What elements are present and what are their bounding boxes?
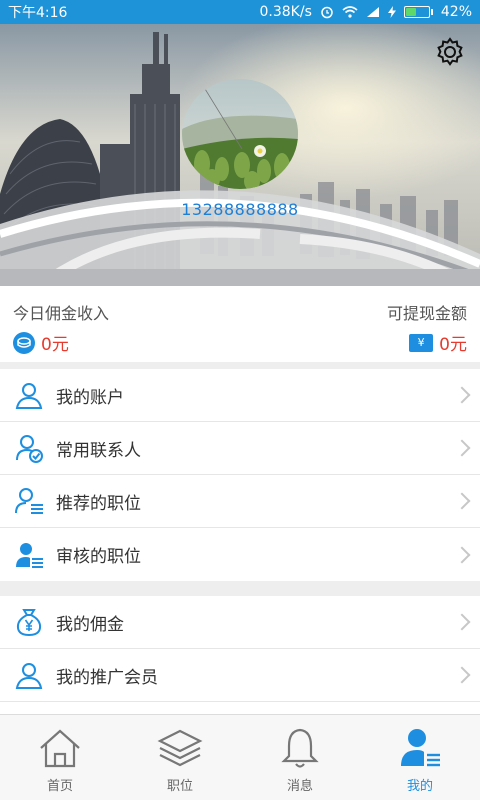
today-commission-value: 0元	[41, 335, 69, 355]
phone-number: 13288888888	[181, 200, 299, 219]
tab-label: 首页	[46, 779, 73, 794]
withdrawable-value: 0元	[439, 335, 467, 355]
menu-item-recommended-jobs[interactable]: 推荐的职位	[0, 475, 480, 528]
coins-icon	[13, 331, 35, 354]
chevron-right-icon	[453, 386, 471, 404]
status-bar: 下午4:16 0.38K/s 42%	[0, 0, 480, 24]
bottom-tab-bar: 首页 职位 消息 我的	[0, 714, 480, 800]
money-bag-icon	[12, 605, 46, 639]
tab-label: 职位	[166, 779, 193, 794]
menu-item-label: 常用联系人	[56, 440, 141, 461]
menu-item-my-account[interactable]: 我的账户	[0, 369, 480, 422]
yuan-ticket-icon: ¥	[409, 333, 434, 352]
chevron-right-icon	[453, 666, 471, 684]
charging-icon	[387, 6, 396, 18]
menu-item-contacts[interactable]: 常用联系人	[0, 422, 480, 475]
home-icon	[36, 725, 84, 771]
menu-item-label: 我的账户	[56, 387, 124, 408]
chevron-right-icon	[453, 439, 471, 457]
menu-item-label: 我的推广会员	[56, 667, 158, 688]
profile-list-icon	[396, 725, 444, 771]
tab-jobs[interactable]: 职位	[120, 715, 240, 800]
today-commission-label: 今日佣金收入	[13, 304, 110, 323]
status-right: 0.38K/s 42%	[260, 4, 473, 20]
menu-item-label: 我的佣金	[56, 614, 124, 635]
user-icon	[12, 378, 46, 412]
menu-item-label: 审核的职位	[56, 547, 141, 567]
tab-label: 我的	[406, 779, 433, 794]
menu-group-account: 我的账户 常用联系人 推荐的职位 审核的职位	[0, 369, 480, 581]
tab-messages[interactable]: 消息	[240, 715, 360, 800]
avatar-photo	[182, 79, 298, 189]
wifi-icon	[342, 6, 358, 18]
avatar[interactable]	[182, 79, 298, 189]
chevron-right-icon	[453, 613, 471, 631]
status-time: 下午4:16	[8, 5, 68, 21]
battery-fill	[405, 8, 416, 16]
user-list-filled-icon	[12, 538, 46, 572]
menu-group-commission: 我的佣金 我的推广会员	[0, 596, 480, 714]
tab-home[interactable]: 首页	[0, 715, 120, 800]
menu-item-reviewed-jobs[interactable]: 审核的职位	[0, 528, 480, 581]
user-icon	[12, 658, 46, 692]
signal-icon	[366, 6, 380, 18]
battery-percent: 42%	[440, 4, 472, 20]
bell-icon	[276, 725, 324, 771]
settings-gear-icon[interactable]	[434, 36, 466, 68]
menu-item-my-commission[interactable]: 我的佣金	[0, 596, 480, 649]
withdrawable-amount[interactable]: 可提现金额 ¥ 0元	[387, 300, 467, 355]
today-commission[interactable]: 今日佣金收入 0元	[13, 300, 109, 355]
user-check-icon	[12, 431, 46, 465]
menu-item-promoted-members[interactable]: 我的推广会员	[0, 649, 480, 702]
chevron-right-icon	[453, 492, 471, 510]
chevron-right-icon	[453, 546, 471, 563]
layers-icon	[156, 725, 204, 771]
tab-mine[interactable]: 我的	[360, 715, 480, 800]
profile-header: 13288888888	[0, 24, 480, 286]
earnings-panel: 今日佣金收入 0元 可提现金额 ¥ 0元	[0, 286, 480, 362]
network-speed: 0.38K/s	[259, 4, 312, 20]
menu-item-label: 推荐的职位	[56, 493, 141, 514]
user-list-icon	[12, 484, 46, 518]
tab-label: 消息	[286, 779, 313, 794]
withdrawable-label: 可提现金额	[386, 304, 467, 323]
alarm-icon	[320, 5, 334, 19]
battery-icon	[403, 6, 433, 18]
